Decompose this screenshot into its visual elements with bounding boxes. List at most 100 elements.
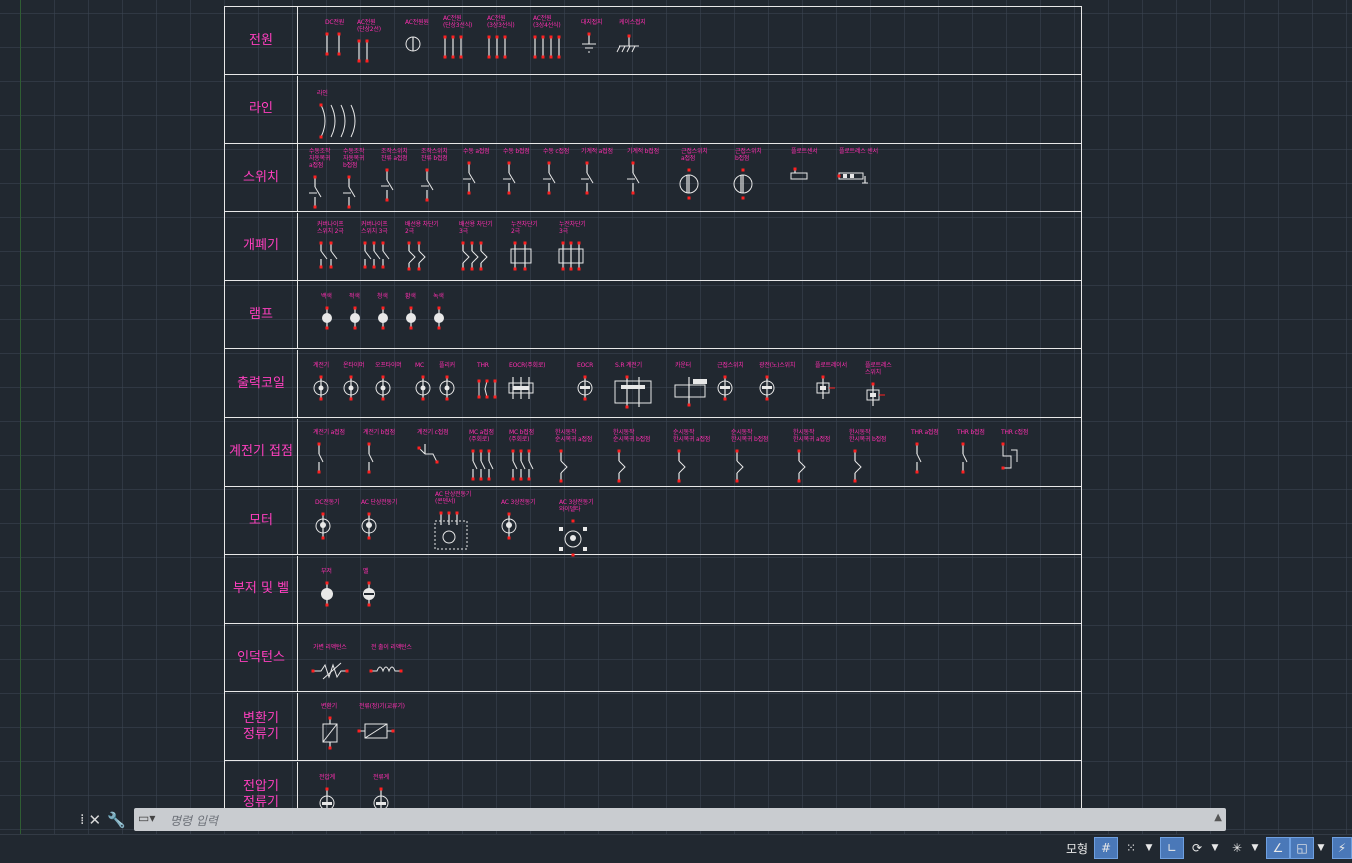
symbol-caption[interactable]: AC 3상전동기 와이델타 — [559, 499, 594, 513]
cb2-symbol-icon[interactable] — [403, 241, 447, 281]
symbol-caption[interactable]: 광전(노)스위치 — [759, 362, 795, 369]
sw-symbol-icon[interactable] — [579, 161, 623, 201]
symbol-caption[interactable]: 계전기 — [313, 362, 329, 369]
var-symbol-icon[interactable] — [311, 659, 355, 697]
wrench-icon[interactable]: 🔧 — [107, 811, 126, 829]
line-symbol-icon[interactable] — [315, 103, 359, 143]
symbol-caption[interactable]: 벨 — [363, 568, 369, 575]
symbol-caption[interactable]: MC a접점 (주회로) — [469, 429, 494, 443]
flts-symbol-icon[interactable] — [837, 163, 881, 201]
ct-symbol-icon[interactable] — [361, 442, 405, 482]
symbol-caption[interactable]: THR c접점 — [1001, 429, 1028, 436]
symbol-caption[interactable]: 커버나이프 스위치 2극 — [317, 221, 344, 235]
grid-icon[interactable]: # — [1094, 837, 1118, 859]
row-category-label[interactable]: 개폐기 — [225, 212, 298, 280]
symbol-caption[interactable]: 전류(정)기(교류기) — [359, 703, 405, 710]
symbol-caption[interactable]: 청색 — [377, 293, 388, 300]
symbol-caption[interactable]: EOCR(주회로) — [509, 362, 546, 369]
cgnd-symbol-icon[interactable] — [616, 34, 661, 72]
sw-symbol-icon[interactable] — [379, 168, 423, 208]
symbol-caption[interactable]: THR — [477, 362, 489, 369]
row-category-label[interactable]: 인덕턴스 — [225, 624, 298, 692]
row-category-label[interactable]: 모터 — [225, 487, 298, 555]
symbol-caption[interactable]: 수동 a접점 — [463, 148, 490, 155]
symbol-caption[interactable]: 기계적 b접점 — [627, 148, 659, 155]
tc-symbol-icon[interactable] — [553, 449, 597, 489]
row-category-label[interactable]: 부저 및 벨 — [225, 555, 298, 623]
symbol-caption[interactable]: 전압계 — [319, 774, 335, 781]
lamp-symbol-icon[interactable] — [431, 306, 475, 346]
symbol-caption[interactable]: 황색 — [405, 293, 416, 300]
symbol-caption[interactable]: 카운터 — [675, 362, 691, 369]
symbol-caption[interactable]: 온타이머 — [343, 362, 364, 369]
ct-symbol-icon[interactable] — [955, 442, 999, 482]
symbol-table[interactable]: 전원 DC전원 AC전원 (단상2선) AC전원원 AC전원 (단상3선식) AC전원 (… — [224, 6, 1082, 830]
kn3-symbol-icon[interactable] — [359, 241, 403, 281]
polar-dropdown-icon[interactable]: ▼ — [1208, 837, 1222, 859]
coil2-symbol-icon[interactable] — [715, 375, 759, 415]
ac3-symbol-icon[interactable] — [441, 35, 485, 75]
selection-dropdown-icon[interactable]: ▼ — [1314, 837, 1328, 859]
row-category-label[interactable]: 램프 — [225, 281, 298, 349]
tc-symbol-icon[interactable] — [671, 449, 715, 489]
mot-symbol-icon[interactable] — [499, 512, 543, 552]
symbol-caption[interactable]: 커버나이프 스위치 3극 — [361, 221, 388, 235]
symbol-caption[interactable]: MC b접점 (주회로) — [509, 429, 534, 443]
symbol-caption[interactable]: 누전차단기 2극 — [511, 221, 538, 235]
symbol-caption[interactable]: 플리커 — [439, 362, 455, 369]
symbol-caption[interactable]: 플로트레이서 — [815, 362, 847, 369]
symbol-caption[interactable]: 수동 b접점 — [503, 148, 530, 155]
symbol-caption[interactable]: 조작스위치 잔류 a접점 — [381, 148, 408, 162]
symbol-caption[interactable]: 한시동작 순시복귀 a접점 — [555, 429, 592, 443]
symbol-caption[interactable]: AC 단상전동기 — [361, 499, 397, 506]
lineweight-icon[interactable]: ∠ — [1266, 837, 1290, 859]
close-icon[interactable]: ✕ — [88, 811, 101, 829]
symbol-caption[interactable]: AC전원원 — [405, 19, 429, 26]
symbol-caption[interactable]: 계전기 c접점 — [417, 429, 449, 436]
row-category-label[interactable]: 전원 — [225, 7, 298, 74]
prox-symbol-icon[interactable] — [733, 168, 777, 208]
symbol-caption[interactable]: 한시동작 순시복귀 b접점 — [613, 429, 650, 443]
symbol-caption[interactable]: 근접스위치 — [717, 362, 744, 369]
symbol-caption[interactable]: 플로트센서 — [791, 148, 818, 155]
symbol-caption[interactable]: DC전원 — [325, 19, 344, 26]
sw-symbol-icon[interactable] — [461, 161, 505, 201]
elb3-symbol-icon[interactable] — [557, 241, 601, 281]
polar-icon[interactable]: ⟳ — [1186, 837, 1208, 859]
symbol-caption[interactable]: AC전원 (단상2선) — [357, 19, 381, 33]
sw-symbol-icon[interactable] — [419, 168, 463, 208]
ortho-icon[interactable]: ∟ — [1160, 837, 1184, 859]
symbol-caption[interactable]: 케이스접지 — [619, 19, 646, 26]
ac3-symbol-icon[interactable] — [485, 35, 529, 75]
flc-symbol-icon[interactable] — [863, 382, 907, 422]
cnt-symbol-icon[interactable] — [673, 377, 717, 415]
symbol-caption[interactable]: 계전기 b접점 — [363, 429, 395, 436]
ac2-symbol-icon[interactable] — [355, 39, 399, 79]
symbol-caption[interactable]: 계전기 a접점 — [313, 429, 345, 436]
symbol-caption[interactable]: 수동조작 자동복귀 b접점 — [343, 148, 364, 169]
symbol-caption[interactable]: 전 출이 리액턴스 — [371, 644, 412, 651]
symbol-caption[interactable]: AC전원 (3상3선식) — [487, 15, 515, 29]
flt-symbol-icon[interactable] — [789, 163, 833, 201]
ct-symbol-icon[interactable] — [909, 442, 953, 482]
symbol-caption[interactable]: 배선용 차단기 3극 — [459, 221, 493, 235]
symbol-caption[interactable]: 대지접지 — [581, 19, 602, 26]
symbol-caption[interactable]: 기계적 a접점 — [581, 148, 613, 155]
symbol-caption[interactable]: 근접스위치 b접점 — [735, 148, 762, 162]
symbol-caption[interactable]: 순시동작 한시복귀 b접점 — [731, 429, 768, 443]
ind-symbol-icon[interactable] — [369, 659, 413, 697]
prox-symbol-icon[interactable] — [679, 168, 723, 208]
buz-symbol-icon[interactable] — [319, 581, 363, 621]
symbol-caption[interactable]: 수동조작 자동복귀 a접점 — [309, 148, 330, 169]
flc-symbol-icon[interactable] — [813, 375, 857, 415]
bell-symbol-icon[interactable] — [361, 581, 405, 621]
selection-cycling-icon[interactable]: ◱ — [1290, 837, 1314, 859]
symbol-caption[interactable]: 배선용 차단기 2극 — [405, 221, 439, 235]
tc-symbol-icon[interactable] — [729, 449, 773, 489]
command-input[interactable]: 명령 입력 — [170, 812, 218, 829]
eocr-symbol-icon[interactable] — [507, 377, 551, 415]
snap-dropdown-icon[interactable]: ▼ — [1142, 837, 1156, 859]
symbol-caption[interactable]: 적색 — [349, 293, 360, 300]
symbol-caption[interactable]: 변환기 — [321, 703, 337, 710]
row-category-label[interactable]: 라인 — [225, 75, 298, 143]
